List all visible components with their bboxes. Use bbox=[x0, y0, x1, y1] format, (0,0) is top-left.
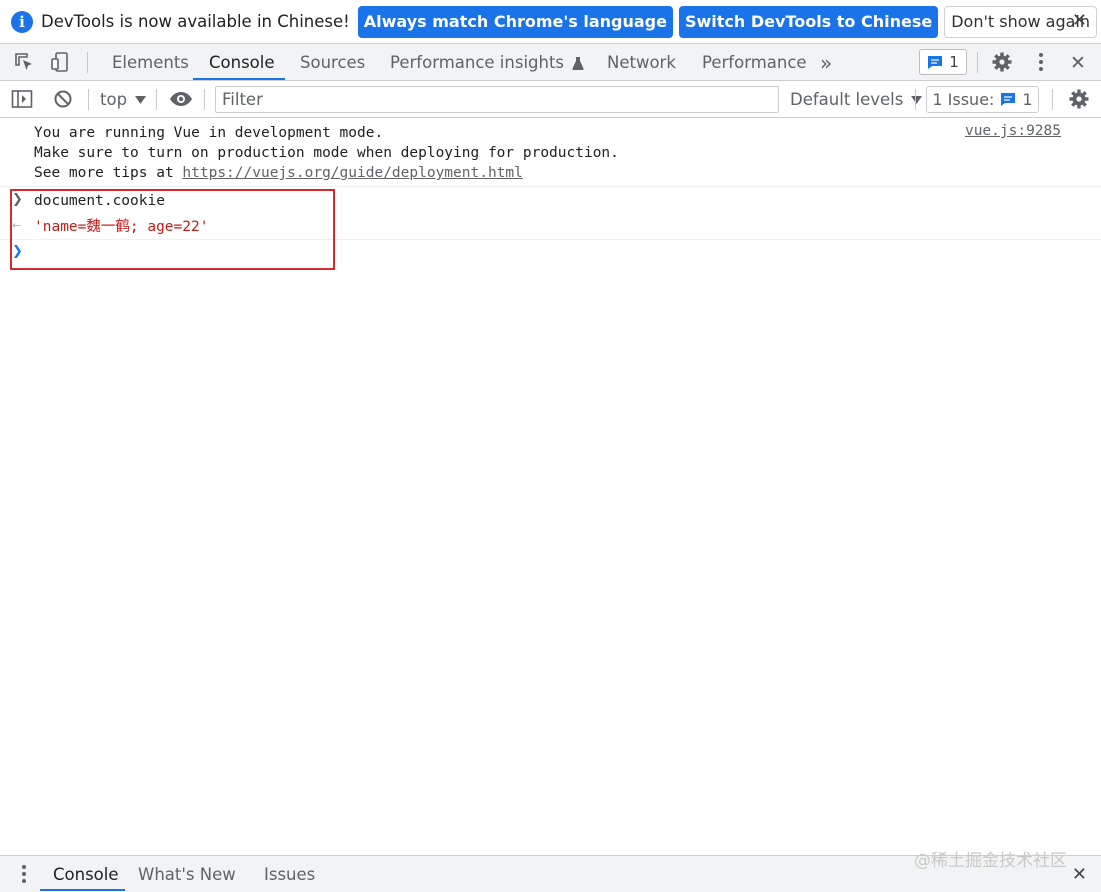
dropdown-arrow-icon bbox=[911, 95, 923, 104]
log-levels-dropdown[interactable]: Default levels bbox=[790, 81, 923, 118]
switch-to-chinese-button[interactable]: Switch DevTools to Chinese bbox=[678, 5, 939, 38]
close-drawer-icon[interactable]: ✕ bbox=[1072, 864, 1087, 885]
toolbar-divider bbox=[88, 89, 89, 110]
inspect-element-icon[interactable] bbox=[12, 50, 36, 74]
drawer-menu-icon[interactable] bbox=[12, 862, 36, 886]
close-infobar-icon[interactable]: ✕ bbox=[1072, 10, 1087, 31]
settings-gear-icon[interactable] bbox=[990, 50, 1014, 74]
context-value: top bbox=[100, 90, 128, 109]
log-line: You are running Vue in development mode. bbox=[34, 125, 384, 141]
console-settings-gear-icon[interactable] bbox=[1067, 87, 1091, 111]
more-tabs-icon[interactable]: » bbox=[820, 44, 832, 81]
drawer-active-tab-indicator bbox=[40, 889, 125, 891]
message-icon bbox=[928, 55, 943, 69]
tab-performance-insights-label: Performance insights bbox=[390, 53, 565, 72]
messages-count: 1 bbox=[949, 53, 959, 71]
info-icon: i bbox=[11, 10, 33, 33]
toolbar-divider bbox=[977, 52, 978, 73]
kebab-menu-icon[interactable] bbox=[1029, 50, 1053, 74]
toolbar-divider bbox=[204, 89, 205, 110]
issues-count: 1 bbox=[1022, 90, 1033, 109]
toolbar-divider bbox=[156, 89, 157, 110]
log-line: See more tips at https://vuejs.org/guide… bbox=[34, 163, 619, 183]
language-infobar: i DevTools is now available in Chinese! … bbox=[0, 0, 1101, 44]
vue-dev-mode-log: You are running Vue in development mode.… bbox=[34, 123, 619, 183]
tab-network[interactable]: Network bbox=[607, 44, 676, 81]
clear-console-icon[interactable] bbox=[51, 87, 75, 111]
flask-icon bbox=[572, 56, 584, 70]
tab-console[interactable]: Console bbox=[209, 44, 275, 81]
issues-label: 1 Issue: bbox=[932, 90, 995, 109]
context-selector[interactable]: top bbox=[100, 81, 147, 118]
dropdown-arrow-icon bbox=[135, 95, 147, 104]
tab-sources[interactable]: Sources bbox=[300, 44, 365, 81]
close-devtools-icon[interactable]: ✕ bbox=[1070, 44, 1086, 81]
toolbar-divider bbox=[87, 52, 88, 73]
live-expression-eye-icon[interactable] bbox=[169, 87, 193, 111]
toolbar-divider bbox=[915, 89, 916, 110]
vue-deployment-link[interactable]: https://vuejs.org/guide/deployment.html bbox=[182, 165, 522, 181]
watermark: @稀土掘金技术社区 bbox=[914, 851, 1067, 871]
drawer-tab-issues[interactable]: Issues bbox=[264, 856, 315, 892]
tab-performance-insights[interactable]: Performance insights bbox=[390, 44, 584, 81]
device-toolbar-icon[interactable] bbox=[48, 50, 72, 74]
log-divider bbox=[0, 186, 1101, 187]
messages-badge[interactable]: 1 bbox=[919, 49, 967, 75]
tab-elements[interactable]: Elements bbox=[112, 44, 189, 81]
drawer-tab-whats-new[interactable]: What's New bbox=[138, 856, 236, 892]
drawer-tab-console[interactable]: Console bbox=[53, 856, 119, 892]
always-match-language-button[interactable]: Always match Chrome's language bbox=[357, 5, 673, 38]
filter-input[interactable]: Filter bbox=[215, 86, 779, 113]
log-source-link[interactable]: vue.js:9285 bbox=[965, 123, 1061, 139]
log-line-text: See more tips at bbox=[34, 165, 183, 181]
highlight-box bbox=[10, 189, 335, 270]
active-tab-indicator bbox=[193, 78, 285, 80]
issues-counter-button[interactable]: 1 Issue: 1 bbox=[926, 86, 1039, 113]
toolbar-divider bbox=[1052, 89, 1053, 110]
tab-performance[interactable]: Performance bbox=[702, 44, 807, 81]
sidebar-toggle-icon[interactable] bbox=[10, 87, 34, 111]
infobar-message: DevTools is now available in Chinese! bbox=[41, 12, 350, 31]
issue-message-icon bbox=[1001, 93, 1016, 106]
log-levels-label: Default levels bbox=[790, 90, 904, 109]
log-line: Make sure to turn on production mode whe… bbox=[34, 145, 619, 161]
